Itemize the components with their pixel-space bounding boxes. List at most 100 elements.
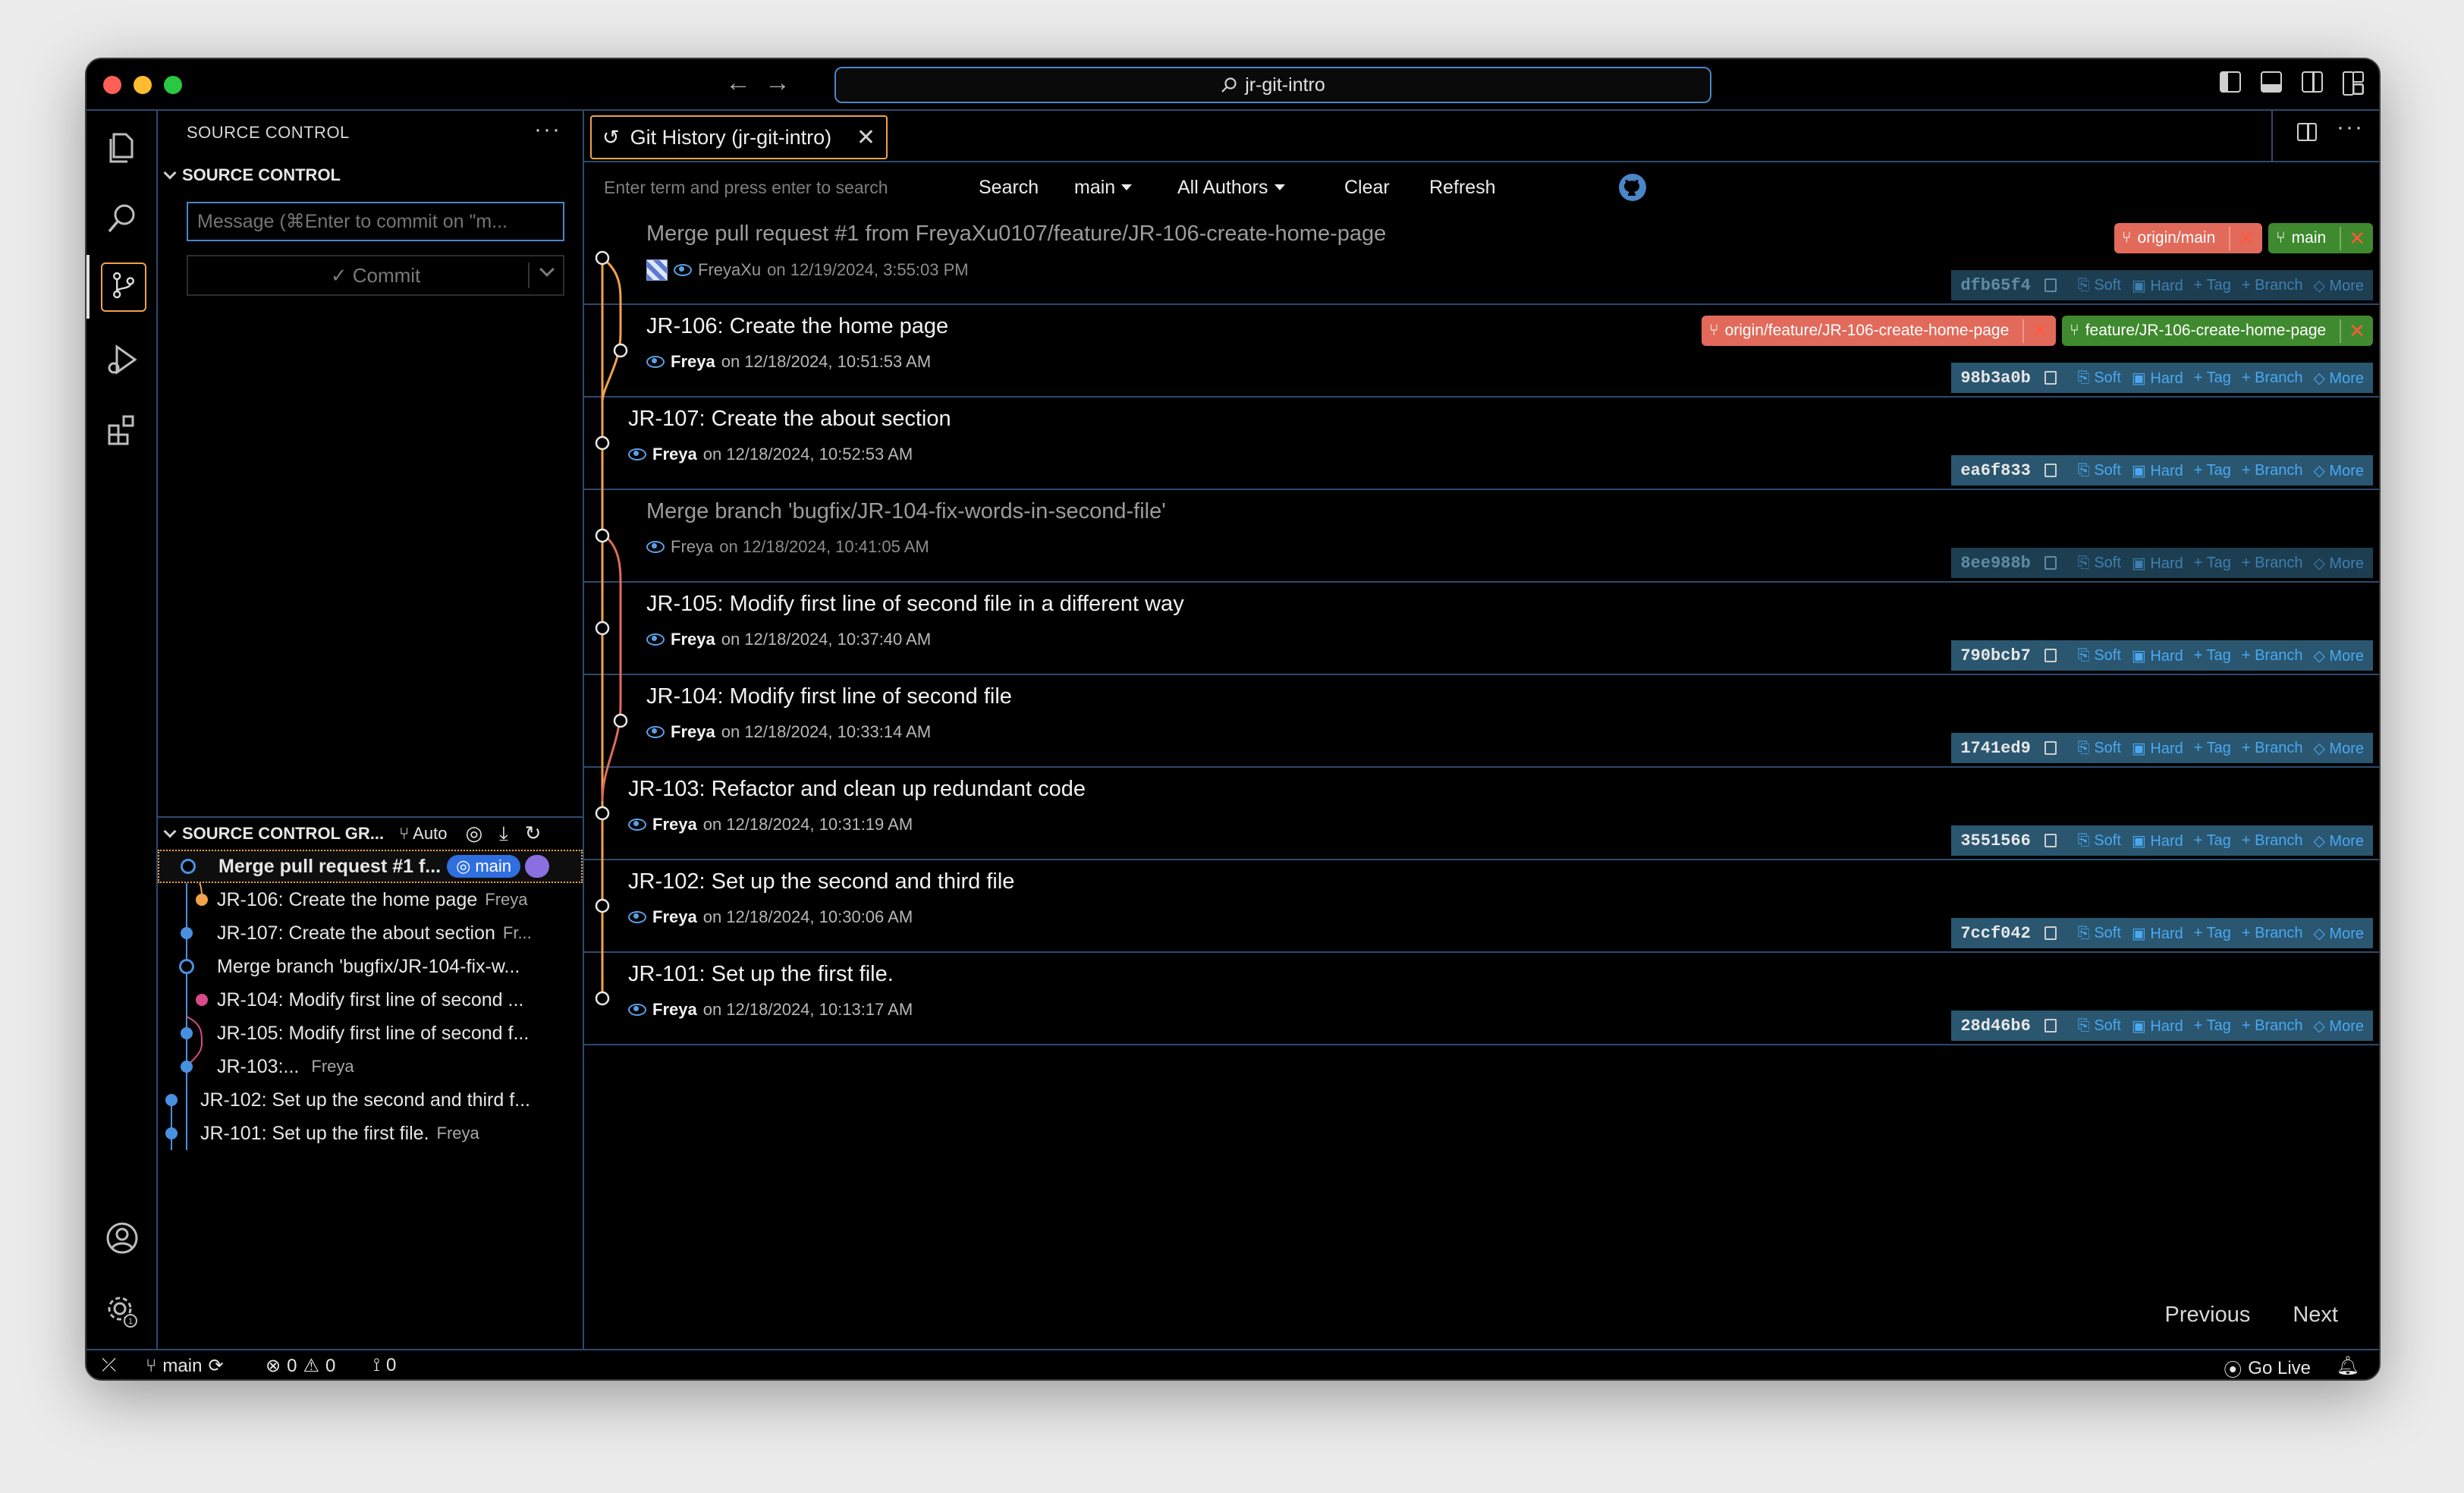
- graph-row[interactable]: Merge branch 'bugfix/JR-104-fix-w...: [158, 950, 583, 983]
- graph-row[interactable]: JR-106: Create the home page Freya: [158, 883, 583, 916]
- branch-dropdown[interactable]: main: [1074, 177, 1133, 199]
- remove-ref-icon[interactable]: ✕: [2229, 226, 2255, 250]
- more-button[interactable]: ◇ More: [2313, 831, 2364, 850]
- hard-reset-button[interactable]: ▣ Hard: [2132, 739, 2183, 758]
- accounts-icon[interactable]: [86, 1206, 158, 1270]
- commit-title[interactable]: JR-104: Modify first line of second file: [646, 684, 1012, 709]
- commit-hash[interactable]: 8ee988b: [1960, 554, 2030, 573]
- commit-author[interactable]: Freya: [671, 352, 715, 372]
- clear-button[interactable]: Clear: [1344, 177, 1390, 199]
- graph-row[interactable]: JR-105: Modify first line of second f...: [158, 1017, 583, 1050]
- minimize-window-button[interactable]: [134, 76, 152, 94]
- source-control-graph-header[interactable]: SOURCE CONTROL GR... ⑂ Auto ◎ ⤓ ↻: [158, 816, 583, 850]
- graph-row[interactable]: JR-107: Create the about section Fr...: [158, 916, 583, 950]
- commit-hash[interactable]: 3551566: [1960, 831, 2030, 850]
- commit-author[interactable]: Freya: [652, 815, 697, 835]
- target-icon[interactable]: ◎: [465, 822, 482, 846]
- commit-title[interactable]: JR-106: Create the home page: [646, 314, 948, 339]
- soft-reset-button[interactable]: ⎘ Soft: [2078, 1017, 2121, 1035]
- notifications-bell-icon[interactable]: 🔔︎: [2337, 1355, 2359, 1377]
- hard-reset-button[interactable]: ▣ Hard: [2132, 1017, 2183, 1036]
- commit-dropdown-icon[interactable]: [539, 262, 555, 277]
- remove-ref-icon[interactable]: ✕: [2022, 319, 2048, 343]
- ref-badge-local[interactable]: ⑂ main ✕: [2268, 223, 2373, 253]
- add-branch-button[interactable]: + Branch: [2242, 832, 2303, 850]
- commit-title[interactable]: JR-102: Set up the second and third file: [628, 869, 1014, 894]
- remove-ref-icon[interactable]: ✕: [2340, 226, 2365, 250]
- commit-title[interactable]: JR-107: Create the about section: [628, 407, 951, 432]
- commit-author[interactable]: Freya: [671, 630, 715, 649]
- source-control-icon[interactable]: [86, 255, 158, 319]
- copy-icon[interactable]: [2044, 1019, 2057, 1033]
- go-live-button[interactable]: ⦿ Go Live: [2224, 1355, 2311, 1380]
- soft-reset-button[interactable]: ⎘ Soft: [2078, 369, 2121, 387]
- add-tag-button[interactable]: + Tag: [2194, 369, 2231, 387]
- commit-title[interactable]: Merge pull request #1 from FreyaXu0107/f…: [646, 222, 1386, 247]
- ref-badge-remote[interactable]: ⑂ origin/main ✕: [2114, 223, 2263, 253]
- explorer-icon[interactable]: [86, 115, 158, 179]
- refresh-button[interactable]: Refresh: [1429, 177, 1496, 199]
- commit-author[interactable]: Freya: [652, 907, 697, 927]
- soft-reset-button[interactable]: ⎘ Soft: [2078, 647, 2121, 665]
- commit-title[interactable]: JR-101: Set up the first file.: [628, 962, 894, 987]
- copy-icon[interactable]: [2044, 371, 2057, 385]
- add-branch-button[interactable]: + Branch: [2242, 740, 2303, 757]
- add-tag-button[interactable]: + Tag: [2194, 740, 2231, 757]
- commit-hash[interactable]: ea6f833: [1960, 461, 2030, 480]
- add-tag-button[interactable]: + Tag: [2194, 1017, 2231, 1035]
- commit-hash[interactable]: 98b3a0b: [1960, 369, 2030, 388]
- ref-badge-local[interactable]: ⑂ feature/JR-106-create-home-page ✕: [2062, 316, 2373, 346]
- search-icon[interactable]: [86, 187, 158, 250]
- commit-author[interactable]: FreyaXu: [698, 260, 761, 280]
- eye-icon[interactable]: [646, 633, 665, 646]
- add-branch-button[interactable]: + Branch: [2242, 277, 2303, 294]
- split-editor-icon[interactable]: [2297, 123, 2318, 141]
- maximize-window-button[interactable]: [164, 76, 182, 94]
- hard-reset-button[interactable]: ▣ Hard: [2132, 276, 2183, 295]
- add-tag-button[interactable]: + Tag: [2194, 925, 2231, 942]
- copy-icon[interactable]: [2044, 278, 2057, 292]
- graph-row[interactable]: JR-102: Set up the second and third f...: [158, 1083, 583, 1117]
- commit-message-input[interactable]: [187, 202, 564, 241]
- commit-title[interactable]: JR-103: Refactor and clean up redundant …: [628, 777, 1086, 802]
- add-branch-button[interactable]: + Branch: [2242, 462, 2303, 479]
- copy-icon[interactable]: [2044, 649, 2057, 662]
- eye-icon[interactable]: [674, 264, 692, 276]
- add-tag-button[interactable]: + Tag: [2194, 555, 2231, 572]
- add-branch-button[interactable]: + Branch: [2242, 555, 2303, 572]
- commit-hash[interactable]: dfb65f4: [1960, 276, 2030, 295]
- commit-row[interactable]: JR-102: Set up the second and third file…: [584, 860, 2379, 953]
- more-button[interactable]: ◇ More: [2313, 554, 2364, 573]
- more-button[interactable]: ◇ More: [2313, 646, 2364, 665]
- search-button[interactable]: Search: [979, 177, 1039, 199]
- graph-row[interactable]: Merge pull request #1 f... ◎ main: [158, 850, 583, 883]
- previous-page-button[interactable]: Previous: [2165, 1303, 2251, 1328]
- commit-button[interactable]: ✓ Commit: [187, 255, 564, 296]
- commit-row[interactable]: JR-101: Set up the first file. Freya on 12…: [584, 953, 2379, 1045]
- soft-reset-button[interactable]: ⎘ Soft: [2078, 925, 2121, 942]
- remote-indicator-icon[interactable]: ⤫: [102, 1355, 116, 1376]
- extensions-icon[interactable]: [86, 398, 158, 461]
- commit-author[interactable]: Freya: [671, 722, 715, 742]
- commit-hash[interactable]: 790bcb7: [1960, 646, 2030, 665]
- soft-reset-button[interactable]: ⎘ Soft: [2078, 277, 2121, 294]
- history-search-input[interactable]: Enter term and press enter to search: [604, 178, 888, 198]
- commit-row[interactable]: JR-104: Modify first line of second file…: [584, 675, 2379, 768]
- more-button[interactable]: ◇ More: [2313, 924, 2364, 943]
- commit-row[interactable]: Merge pull request #1 from FreyaXu0107/f…: [584, 212, 2379, 305]
- commit-row[interactable]: Merge branch 'bugfix/JR-104-fix-words-in…: [584, 490, 2379, 583]
- add-tag-button[interactable]: + Tag: [2194, 647, 2231, 665]
- ref-badge-remote[interactable]: ⑂ origin/feature/JR-106-create-home-page ✕: [1701, 316, 2057, 346]
- eye-icon[interactable]: [646, 726, 665, 738]
- manage-gear-icon[interactable]: 1: [86, 1279, 158, 1343]
- soft-reset-button[interactable]: ⎘ Soft: [2078, 462, 2121, 479]
- add-branch-button[interactable]: + Branch: [2242, 369, 2303, 387]
- add-tag-button[interactable]: + Tag: [2194, 277, 2231, 294]
- more-button[interactable]: ◇ More: [2313, 461, 2364, 480]
- soft-reset-button[interactable]: ⎘ Soft: [2078, 832, 2121, 850]
- add-branch-button[interactable]: + Branch: [2242, 1017, 2303, 1035]
- copy-icon[interactable]: [2044, 926, 2057, 940]
- commit-row[interactable]: JR-107: Create the about section Freya on …: [584, 398, 2379, 490]
- run-debug-icon[interactable]: [86, 328, 158, 391]
- tab-git-history[interactable]: ↺ Git History (jr-git-intro) ✕: [590, 115, 888, 159]
